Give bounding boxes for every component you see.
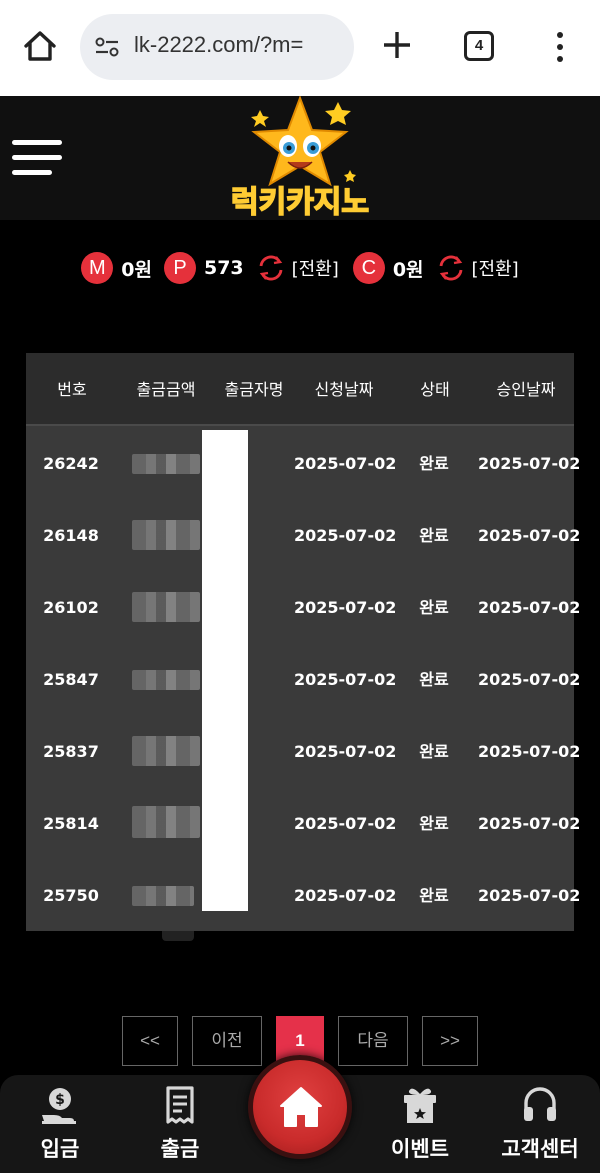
cell-approve-date: 2025-07-02 (478, 742, 581, 761)
amount-blurred (132, 670, 200, 690)
cell-number: 26102 (43, 598, 99, 617)
point-convert-link[interactable]: [전환] (292, 255, 339, 281)
cell-approve-date: 2025-07-02 (478, 814, 581, 833)
cell-approve-date: 2025-07-02 (478, 670, 581, 689)
headset-icon (520, 1085, 560, 1125)
table-handle (162, 931, 194, 941)
cell-request-date: 2025-07-02 (294, 670, 397, 689)
header-amount: 출금금액 (136, 380, 196, 399)
next-page-button[interactable]: 다음 (338, 1016, 408, 1066)
first-page-button[interactable]: << (122, 1016, 178, 1066)
tab-switcher-button[interactable]: 4 (464, 31, 494, 61)
amount-blurred (132, 736, 200, 766)
header-approve-date: 승인날짜 (496, 380, 556, 399)
cell-approve-date: 2025-07-02 (478, 454, 581, 473)
browser-toolbar: lk-2222.com/?m= 4 (0, 0, 600, 96)
new-tab-icon[interactable] (380, 28, 414, 62)
cell-status: 완료 (419, 814, 449, 833)
name-column-mask (202, 430, 248, 911)
deposit-icon: $ (40, 1085, 80, 1125)
nav-deposit[interactable]: $ 입금 (0, 1075, 120, 1173)
amount-blurred (132, 886, 194, 906)
nav-event-label: 이벤트 (391, 1137, 449, 1161)
cell-status: 완료 (419, 886, 449, 905)
table-row: 26102 2025-07-02 완료 2025-07-02 (26, 572, 581, 644)
point-badge-icon: P (163, 252, 196, 284)
url-text[interactable]: lk-2222.com/?m= (134, 32, 303, 58)
gift-icon (400, 1085, 440, 1125)
money-balance: 0원 (121, 258, 152, 281)
table-header: 번호 출금금액 출금자명 신청날짜 상태 승인날짜 (26, 353, 574, 426)
point-refresh-icon[interactable] (256, 253, 286, 283)
balance-row: M 0원 P 573 [전환] C 0원 [전환] (0, 246, 600, 290)
coin-balance: 0원 (392, 258, 424, 281)
table-row: 25837 2025-07-02 완료 2025-07-02 (26, 716, 581, 788)
coin-convert-link[interactable]: [전환] (472, 255, 519, 281)
cell-number: 25837 (43, 742, 99, 761)
cell-request-date: 2025-07-02 (294, 598, 397, 617)
amount-blurred (132, 520, 200, 550)
cell-number: 25750 (43, 886, 99, 905)
cell-number: 26242 (43, 454, 99, 473)
cell-request-date: 2025-07-02 (294, 526, 397, 545)
header-request-date: 신청날짜 (314, 380, 374, 399)
cell-request-date: 2025-07-02 (294, 454, 397, 473)
site-settings-icon[interactable] (94, 35, 120, 59)
table-row: 26148 2025-07-02 완료 2025-07-02 (26, 500, 581, 572)
nav-withdraw[interactable]: 출금 (120, 1075, 240, 1173)
cell-request-date: 2025-07-02 (294, 742, 397, 761)
cell-number: 25814 (43, 814, 99, 833)
amount-blurred (132, 806, 200, 838)
hamburger-menu-icon[interactable] (12, 138, 64, 178)
header-name: 출금자명 (224, 380, 284, 399)
withdrawal-table: 번호 출금금액 출금자명 신청날짜 상태 승인날짜 26242 2025-07-… (26, 353, 581, 941)
browser-menu-icon[interactable] (548, 30, 572, 64)
address-bar[interactable]: lk-2222.com/?m= (80, 14, 354, 80)
prev-page-button[interactable]: 이전 (192, 1016, 262, 1066)
cell-approve-date: 2025-07-02 (478, 526, 581, 545)
table-row: 25750 2025-07-02 완료 2025-07-02 (26, 860, 581, 932)
home-icon (280, 1087, 322, 1127)
nav-withdraw-label: 출금 (160, 1137, 200, 1161)
cell-number: 26148 (43, 526, 99, 545)
home-button[interactable] (248, 1055, 352, 1159)
amount-blurred (132, 592, 200, 622)
cell-status: 완료 (419, 598, 449, 617)
nav-support[interactable]: 고객센터 (480, 1075, 600, 1173)
header-number: 번호 (57, 380, 87, 399)
cell-number: 25847 (43, 670, 99, 689)
cell-request-date: 2025-07-02 (294, 814, 397, 833)
table-row: 26242 2025-07-02 완료 2025-07-02 (26, 428, 581, 500)
money-badge-icon: M (81, 252, 114, 284)
nav-event[interactable]: 이벤트 (360, 1075, 480, 1173)
amount-blurred (132, 454, 200, 474)
nav-deposit-label: 입금 (40, 1137, 80, 1161)
coin-refresh-icon[interactable] (436, 253, 466, 283)
site-logo[interactable]: 럭키카지노 (200, 95, 400, 221)
table-row: 25847 2025-07-02 완료 2025-07-02 (26, 644, 581, 716)
cell-status: 완료 (419, 526, 449, 545)
coin-badge-icon: C (352, 252, 385, 284)
cell-status: 완료 (419, 742, 449, 761)
cell-approve-date: 2025-07-02 (478, 886, 581, 905)
cell-status: 완료 (419, 454, 449, 473)
logo-text: 럭키카지노 (231, 185, 369, 220)
site-header: 럭키카지노 (0, 95, 600, 221)
last-page-button[interactable]: >> (422, 1016, 478, 1066)
browser-home-icon[interactable] (20, 26, 60, 66)
table-row: 25814 2025-07-02 완료 2025-07-02 (26, 788, 581, 860)
cell-request-date: 2025-07-02 (294, 886, 397, 905)
nav-support-label: 고객센터 (501, 1137, 579, 1161)
header-status: 상태 (420, 380, 450, 399)
cell-status: 완료 (419, 670, 449, 689)
point-balance: 573 (203, 257, 244, 279)
receipt-icon (160, 1085, 200, 1125)
svg-text:$: $ (55, 1092, 65, 1108)
cell-approve-date: 2025-07-02 (478, 598, 581, 617)
